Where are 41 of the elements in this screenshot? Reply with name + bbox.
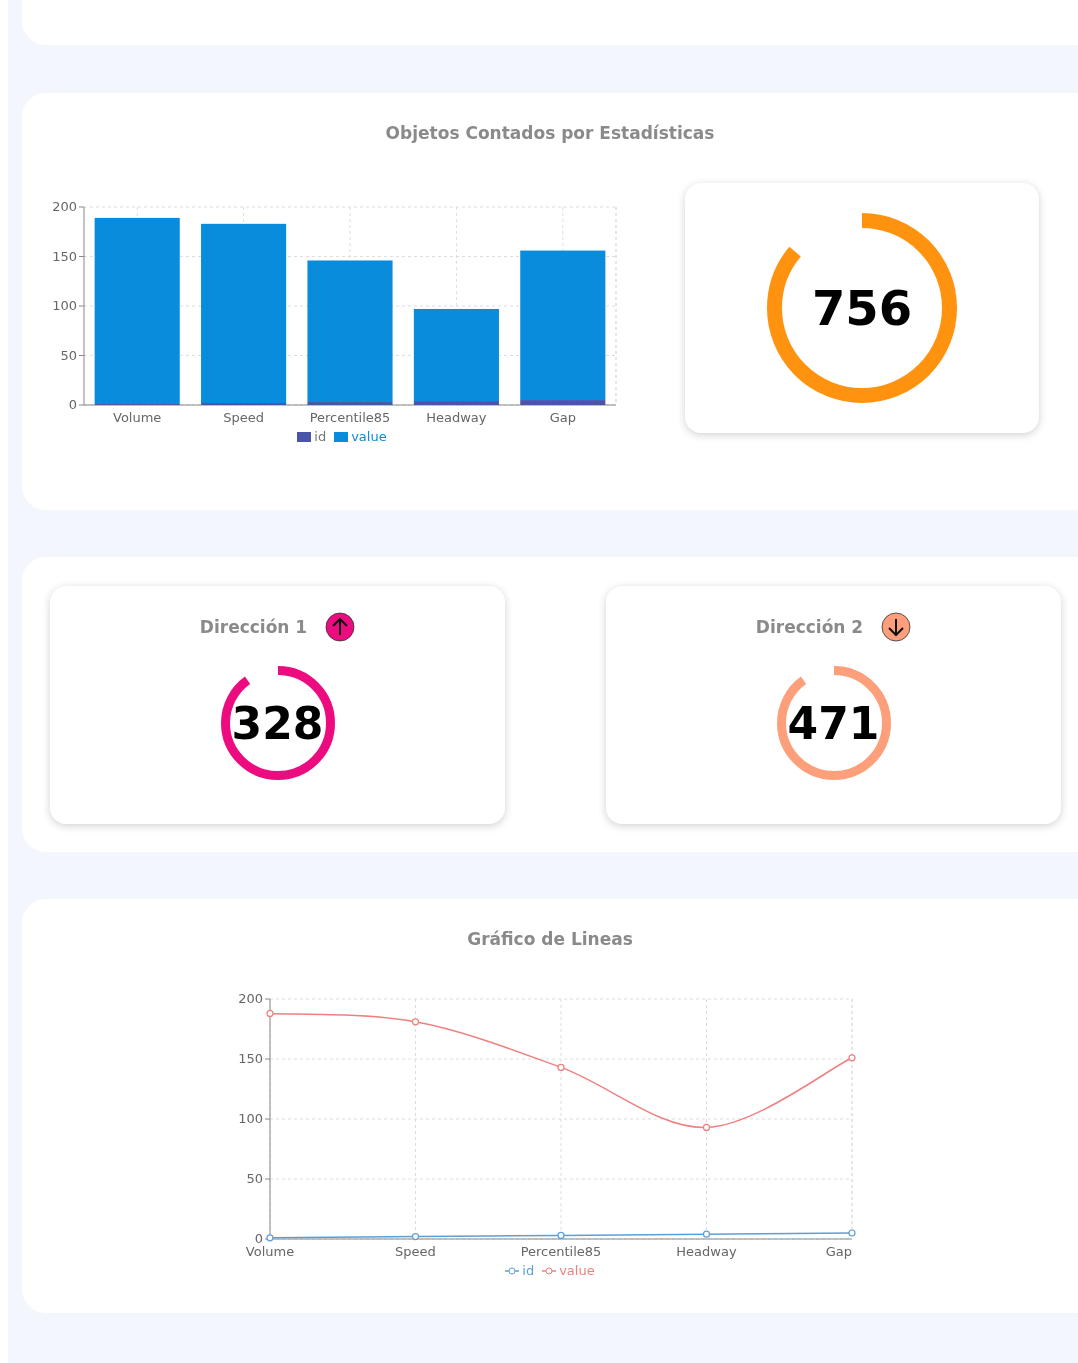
y-tick-label: 100 [238, 1111, 263, 1126]
data-point [411, 1233, 420, 1241]
gauge-value: 756 [810, 280, 914, 336]
data-point [848, 1054, 856, 1062]
y-tick-label: 50 [246, 1171, 263, 1186]
y-tick-label: 50 [60, 347, 77, 363]
gauge-value: 471 [786, 697, 881, 749]
gauge-value: 328 [230, 697, 325, 749]
data-point [411, 1018, 420, 1026]
y-tick-label: 100 [52, 298, 77, 313]
x-tick-label: Speed [223, 410, 264, 425]
data-point [266, 1234, 274, 1242]
legend-label: value [559, 1263, 595, 1278]
x-tick-label: Gap [825, 1244, 852, 1259]
chart-title: Objetos Contados por Estadísticas [384, 123, 716, 143]
x-tick-label: Percentile85 [520, 1244, 602, 1259]
x-tick-label: Percentile85 [309, 410, 391, 425]
y-tick-label: 0 [254, 1231, 263, 1246]
legend-label: value [351, 429, 387, 444]
x-tick-label: Headway [426, 410, 487, 425]
y-tick-label: 150 [52, 248, 77, 264]
data-point [557, 1231, 565, 1239]
data-point [702, 1123, 711, 1131]
direction-title: Dirección 2 [755, 617, 864, 637]
data-point [702, 1230, 711, 1238]
y-tick-label: 200 [52, 199, 77, 214]
x-tick-label: Headway [676, 1244, 737, 1259]
x-tick-label: Speed [395, 1244, 436, 1259]
data-point [557, 1063, 565, 1071]
y-tick-label: 200 [238, 991, 263, 1006]
y-tick-label: 150 [238, 1051, 263, 1066]
data-point [848, 1229, 856, 1237]
x-tick-label: Gap [549, 410, 576, 425]
x-tick-label: Volume [245, 1244, 295, 1259]
chart-title: Gráfico de Lineas [467, 929, 633, 949]
data-point [266, 1009, 274, 1017]
y-tick-label: 0 [68, 397, 77, 412]
x-tick-label: Volume [113, 410, 162, 425]
direction-title: Dirección 1 [199, 617, 308, 637]
legend-label: id [314, 429, 327, 444]
legend-label: id [522, 1263, 535, 1278]
